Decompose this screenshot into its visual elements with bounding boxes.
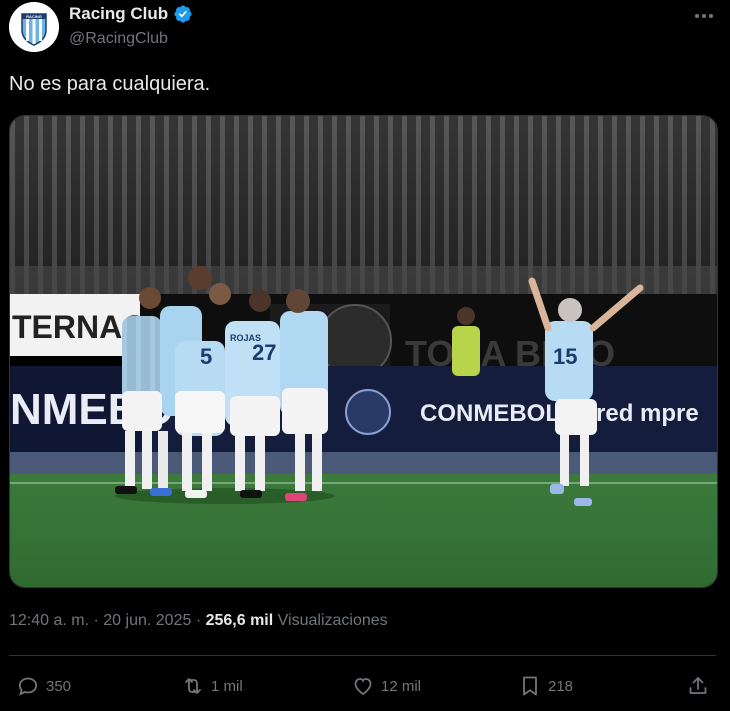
bookmark-button[interactable]: 218 bbox=[518, 668, 573, 704]
celebration-photo: TERNACION TODA BELO NMEBO CONMEBOL Acred… bbox=[10, 116, 717, 587]
tweet-date[interactable]: 20 jun. 2025 bbox=[103, 612, 191, 629]
player-number-5: 5 bbox=[200, 344, 212, 369]
heart-icon bbox=[354, 678, 372, 696]
more-options-button[interactable] bbox=[692, 6, 716, 26]
like-count: 12 mil bbox=[381, 677, 422, 695]
reply-button[interactable]: 350 bbox=[16, 668, 71, 704]
tweet-meta: 12:40 a. m. · 20 jun. 2025 · 256,6 mil V… bbox=[9, 612, 388, 630]
avatar[interactable]: RACING bbox=[9, 2, 59, 52]
meta-separator: · bbox=[93, 612, 99, 629]
views-label: Visualizaciones bbox=[277, 612, 388, 629]
player-name: ROJAS bbox=[230, 333, 261, 343]
display-name[interactable]: Racing Club bbox=[69, 4, 168, 24]
player-number-27: 27 bbox=[252, 340, 276, 365]
share-icon bbox=[689, 677, 707, 694]
like-button[interactable]: 12 mil bbox=[351, 668, 421, 704]
tweet-actions: 350 1 mil 12 mil 218 bbox=[0, 668, 730, 704]
tweet-media-photo[interactable]: TERNACION TODA BELO NMEBO CONMEBOL Acred… bbox=[9, 115, 718, 588]
repost-count: 1 mil bbox=[211, 677, 243, 695]
tweet-time[interactable]: 12:40 a. m. bbox=[9, 612, 89, 629]
reply-icon bbox=[18, 677, 38, 696]
repost-icon bbox=[185, 678, 201, 694]
verified-badge-icon bbox=[174, 5, 192, 23]
reply-count: 350 bbox=[46, 677, 72, 695]
avatar-label: RACING bbox=[26, 14, 42, 19]
racing-crest-icon: RACING bbox=[9, 2, 59, 52]
repost-button[interactable]: 1 mil bbox=[181, 668, 243, 704]
bookmark-count: 218 bbox=[548, 677, 574, 695]
share-button[interactable] bbox=[686, 668, 710, 704]
views-count: 256,6 mil bbox=[205, 612, 274, 629]
tweet-header: RACING Racing Club @RacingClub bbox=[0, 0, 730, 60]
player-number-15: 15 bbox=[553, 344, 577, 369]
tweet-text: No es para cualquiera. bbox=[9, 73, 211, 95]
display-name-row[interactable]: Racing Club bbox=[69, 4, 193, 24]
more-dots-icon bbox=[695, 14, 713, 18]
bookmark-icon bbox=[523, 676, 537, 696]
meta-separator: · bbox=[195, 612, 202, 629]
divider bbox=[9, 655, 716, 656]
handle[interactable]: @RacingClub bbox=[69, 30, 168, 48]
